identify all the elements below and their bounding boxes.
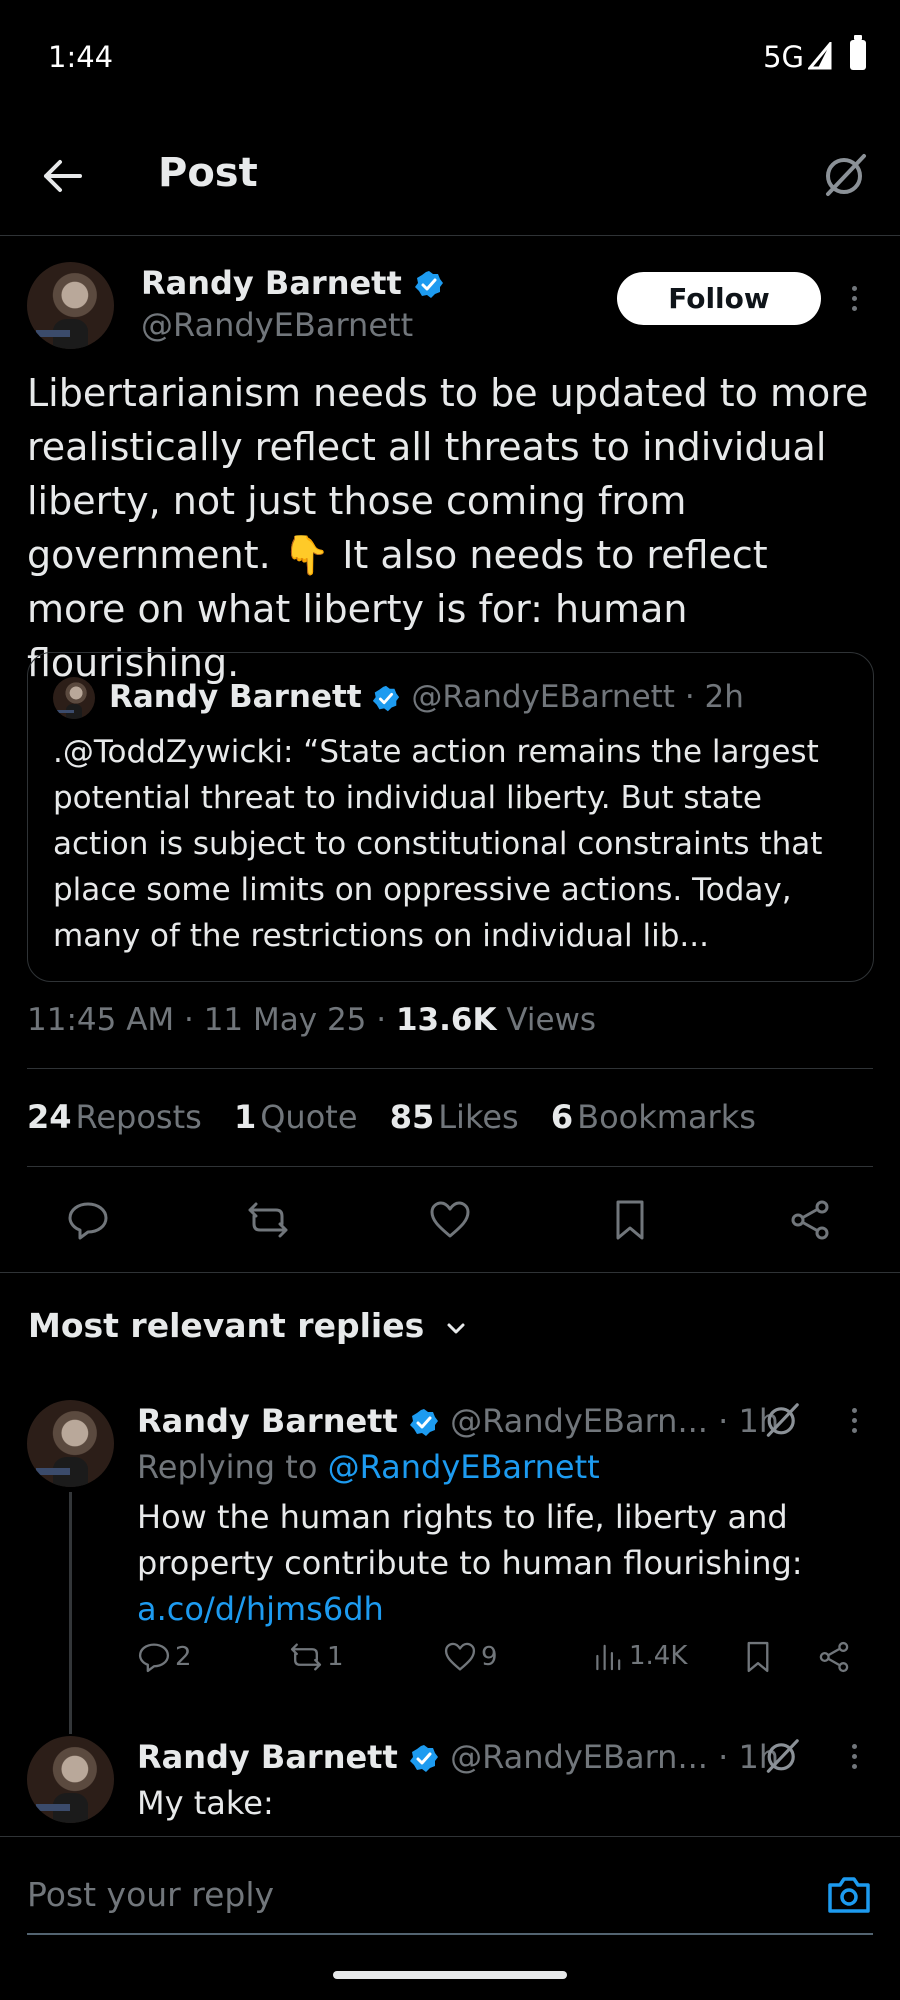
top-bar: Post xyxy=(0,130,900,236)
reply-text: My take: xyxy=(137,1784,274,1822)
quote-header: Randy Barnett @RandyEBarnett · 2h xyxy=(109,679,744,715)
status-bar: 1:44 5G xyxy=(0,0,900,110)
quote-author-name: Randy Barnett xyxy=(109,679,362,715)
reply-icon[interactable] xyxy=(66,1198,110,1242)
more-options-icon[interactable] xyxy=(852,286,860,316)
replies-sort-label: Most relevant replies xyxy=(28,1306,425,1345)
reply-views[interactable]: 1.4K xyxy=(593,1640,687,1672)
share-icon[interactable] xyxy=(817,1640,851,1674)
quote-avatar xyxy=(53,677,95,719)
divider xyxy=(0,1272,900,1273)
replying-to-prefix: Replying to xyxy=(137,1448,328,1486)
grok-icon[interactable] xyxy=(762,1400,802,1440)
like-icon xyxy=(444,1642,476,1671)
reply-header: Randy Barnett @RandyEBarn... · 1h xyxy=(137,1738,779,1776)
verified-badge-icon xyxy=(409,1409,438,1436)
repost-icon xyxy=(290,1643,322,1671)
reply-text-body: How the human rights to life, liberty an… xyxy=(137,1498,803,1582)
replying-to-handle[interactable]: @RandyEBarnett xyxy=(328,1448,600,1486)
battery-icon xyxy=(850,35,866,70)
reply-icon xyxy=(138,1643,170,1673)
reply-text: How the human rights to life, liberty an… xyxy=(137,1494,857,1632)
camera-icon[interactable] xyxy=(826,1871,872,1917)
network-type: 5G xyxy=(763,40,804,74)
views-count: 13.6K xyxy=(395,1002,497,1038)
verified-badge-icon xyxy=(373,685,400,711)
reply-author-name[interactable]: Randy Barnett xyxy=(137,1738,398,1776)
replies-sort-dropdown[interactable]: Most relevant replies xyxy=(28,1306,468,1345)
quote-text: .@ToddZywicki: “State action remains the… xyxy=(53,734,823,954)
reply-views-count: 1.4K xyxy=(629,1641,688,1671)
quoted-post[interactable]: Randy Barnett @RandyEBarnett · 2h .@Todd… xyxy=(27,652,874,982)
back-arrow-icon[interactable] xyxy=(40,154,84,198)
replying-to: Replying to @RandyEBarnett xyxy=(137,1444,857,1490)
repost-icon[interactable] xyxy=(246,1198,290,1242)
stat-quotes[interactable]: 1 Quote xyxy=(234,1098,358,1136)
reply-item[interactable]: Randy Barnett @RandyEBarn... · 1h My tak… xyxy=(0,1736,900,1836)
avatar[interactable] xyxy=(27,1736,114,1823)
analytics-icon xyxy=(596,1644,621,1671)
reply-author-handle: @RandyEBarn... xyxy=(450,1402,708,1440)
like-icon[interactable] xyxy=(428,1198,472,1242)
post-action-bar xyxy=(0,1198,900,1246)
home-indicator[interactable] xyxy=(333,1971,567,1979)
reply-reposts[interactable]: 1 xyxy=(289,1640,344,1674)
more-options-icon[interactable] xyxy=(852,1408,860,1438)
reply-likes-count: 9 xyxy=(481,1642,498,1672)
page-title: Post xyxy=(158,150,258,196)
post-meta: 11:45 AM · 11 May 25 · 13.6K Views xyxy=(27,1002,596,1038)
reply-action-bar: 2 1 9 1.4K xyxy=(137,1640,857,1684)
reply-author-handle: @RandyEBarn... xyxy=(450,1738,708,1776)
author-handle[interactable]: @RandyEBarnett xyxy=(141,306,413,344)
avatar[interactable] xyxy=(27,262,114,349)
stat-likes[interactable]: 85 Likes xyxy=(390,1098,519,1136)
divider xyxy=(27,1068,873,1069)
grok-icon[interactable] xyxy=(820,150,870,200)
author-name[interactable]: Randy Barnett xyxy=(141,264,445,302)
chevron-down-icon xyxy=(447,1323,465,1333)
stat-reposts[interactable]: 24 Reposts xyxy=(27,1098,202,1136)
signal-icon xyxy=(808,42,832,70)
reply-likes[interactable]: 9 xyxy=(443,1640,498,1674)
reply-author-name[interactable]: Randy Barnett xyxy=(137,1402,398,1440)
author-name-text: Randy Barnett xyxy=(141,264,402,302)
reply-header: Randy Barnett @RandyEBarn... · 1h xyxy=(137,1402,779,1440)
reply-link[interactable]: a.co/d/hjms6dh xyxy=(137,1590,384,1628)
avatar[interactable] xyxy=(27,1400,114,1487)
composer-underline xyxy=(27,1933,873,1935)
quote-author-handle: @RandyEBarnett xyxy=(411,679,675,715)
bookmark-icon[interactable] xyxy=(608,1198,652,1242)
post-timestamp: 11:45 AM · 11 May 25 · xyxy=(27,1002,396,1038)
reply-replies[interactable]: 2 xyxy=(137,1640,192,1674)
post-author-row: Randy Barnett @RandyEBarnett Follow xyxy=(0,262,900,352)
stat-bookmarks[interactable]: 6 Bookmarks xyxy=(551,1098,756,1136)
more-options-icon[interactable] xyxy=(852,1744,860,1774)
reply-replies-count: 2 xyxy=(175,1642,192,1672)
verified-badge-icon xyxy=(414,271,443,298)
reply-input[interactable]: Post your reply xyxy=(27,1875,274,1914)
post-text: Libertarianism needs to be updated to mo… xyxy=(27,371,869,685)
share-icon[interactable] xyxy=(788,1198,832,1242)
bookmark-icon[interactable] xyxy=(741,1640,775,1674)
grok-icon[interactable] xyxy=(762,1736,802,1776)
views-label: Views xyxy=(506,1002,597,1038)
verified-badge-icon xyxy=(409,1745,438,1772)
reply-reposts-count: 1 xyxy=(327,1642,344,1672)
engagement-stats: 24 Reposts 1 Quote 85 Likes 6 Bookmarks xyxy=(27,1098,778,1136)
quote-age: · 2h xyxy=(684,679,744,715)
divider xyxy=(27,1166,873,1167)
status-time: 1:44 xyxy=(48,40,114,74)
follow-button[interactable]: Follow xyxy=(617,272,821,325)
